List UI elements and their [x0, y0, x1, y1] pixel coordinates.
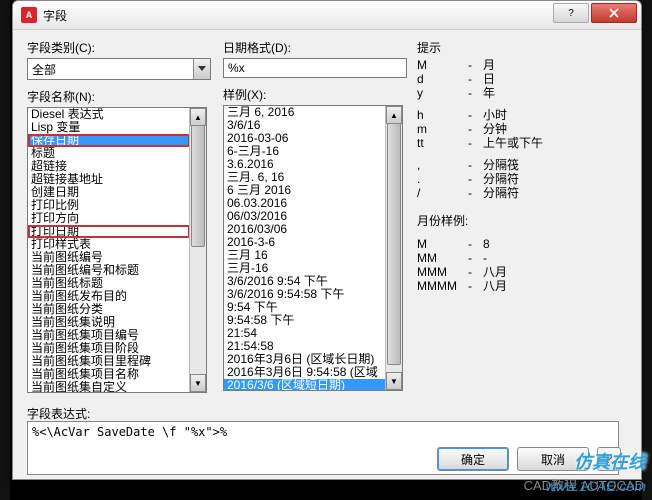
sample-item[interactable]: 3.6.2016 [224, 158, 386, 171]
hint-row: M-8 [417, 237, 543, 251]
sample-item[interactable]: 三月 6, 2016 [224, 106, 386, 119]
field-name-item[interactable]: Diesel 表达式 [28, 108, 190, 121]
hint-row: .-分隔符 [417, 172, 543, 186]
field-name-item[interactable]: 超链接 [28, 160, 190, 173]
hint-row: M-月 [417, 58, 543, 72]
sample-item[interactable]: 2016-3-6 [224, 236, 386, 249]
chevron-down-icon [193, 59, 210, 79]
sample-item[interactable]: 21:54 [224, 327, 386, 340]
hint-row: MMM-八月 [417, 265, 543, 279]
sample-label: 样例(X): [223, 86, 407, 103]
date-format-value: %x [228, 61, 245, 75]
sample-item[interactable]: 三月-16 [224, 262, 386, 275]
help-titlebar-button[interactable]: ? [553, 3, 589, 23]
field-name-item[interactable]: 创建日期 [28, 186, 190, 199]
sample-item[interactable]: 2016年3月6日 (区域长日期) [224, 353, 386, 366]
hint-row: m-分钟 [417, 122, 543, 136]
hint-row: /-分隔符 [417, 186, 543, 200]
date-format-input[interactable]: %x [223, 58, 407, 78]
expression-label: 字段表达式: [27, 405, 90, 422]
titlebar[interactable]: A 字段 ? [13, 1, 641, 30]
field-name-item[interactable]: Lisp 变量 [28, 121, 190, 134]
window-title: 字段 [43, 7, 67, 24]
hint-row: y-年 [417, 86, 543, 100]
field-name-item[interactable]: 打印样式表 [28, 238, 190, 251]
sample-item[interactable]: 06.03.2016 [224, 197, 386, 210]
sample-item[interactable]: 9:54:58 下午 [224, 314, 386, 327]
field-category-label: 字段类别(C): [27, 39, 211, 56]
ok-button[interactable]: 确定 [437, 447, 509, 471]
scrollbar[interactable]: ▲ ▼ [385, 106, 402, 390]
dialog-window: A 字段 ? 字段类别(C): 全部 字段名称(N): Diesel 表达式Li… [12, 0, 642, 480]
hints-panel: 提示 M-月d-日y-年 h-小时m-分钟tt-上午或下午 ,-分隔筏.-分隔符… [417, 39, 543, 293]
sample-item[interactable]: 2016/03/06 [224, 223, 386, 236]
field-name-item[interactable]: 打印比例 [28, 199, 190, 212]
field-name-label: 字段名称(N): [27, 88, 211, 105]
field-name-item[interactable]: 当前图纸集项目里程碑 [28, 355, 190, 368]
brand-overlay: 仿真在线 [574, 448, 646, 474]
field-name-item[interactable]: 超链接基地址 [28, 173, 190, 186]
sample-item[interactable]: 9:54 下午 [224, 301, 386, 314]
field-category-combo[interactable]: 全部 [27, 58, 211, 80]
field-name-item[interactable]: 保存日期 [28, 134, 190, 147]
sample-listbox[interactable]: 三月 6, 20163/6/162016-03-066-三月-163.6.201… [223, 105, 403, 391]
cancel-label: 取消 [541, 451, 565, 468]
field-name-item[interactable]: 当前图纸编号和标题 [28, 264, 190, 277]
field-name-item[interactable]: 当前图纸集自定义 [28, 381, 190, 392]
field-category-value: 全部 [32, 61, 56, 78]
field-name-item[interactable]: 当前图纸集项目阶段 [28, 342, 190, 355]
sample-item[interactable]: 2016-03-06 [224, 132, 386, 145]
field-name-item[interactable]: 当前图纸集说明 [28, 316, 190, 329]
scroll-up-icon[interactable]: ▲ [190, 108, 206, 126]
hint-row: tt-上午或下午 [417, 136, 543, 150]
field-name-item[interactable]: 当前图纸标题 [28, 277, 190, 290]
field-name-item[interactable]: 当前图纸编号 [28, 251, 190, 264]
field-name-item[interactable]: 当前图纸分类 [28, 303, 190, 316]
hint-row: MM-- [417, 251, 543, 265]
scrollbar-thumb[interactable] [191, 125, 205, 247]
scroll-down-icon[interactable]: ▼ [386, 372, 402, 390]
scroll-up-icon[interactable]: ▲ [386, 106, 402, 124]
sample-item[interactable]: 2016/3/6 (区域短日期) [224, 379, 386, 390]
sample-item[interactable]: 3/6/2016 9:54:58 下午 [224, 288, 386, 301]
sample-item[interactable]: 6-三月-16 [224, 145, 386, 158]
sample-item[interactable]: 三月. 6, 16 [224, 171, 386, 184]
field-name-item[interactable]: 打印日期 [28, 225, 190, 238]
field-name-listbox[interactable]: Diesel 表达式Lisp 变量保存日期标题超链接超链接基地址创建日期打印比例… [27, 107, 207, 393]
field-name-item[interactable]: 当前图纸集项目名称 [28, 368, 190, 381]
sample-item[interactable]: 2016年3月6日 9:54:58 (区域 [224, 366, 386, 379]
date-format-label: 日期格式(D): [223, 39, 407, 56]
close-icon [609, 8, 619, 18]
sample-item[interactable]: 6 三月 2016 [224, 184, 386, 197]
hint-row: d-日 [417, 72, 543, 86]
brand-url: www.1CAE.com [546, 478, 646, 494]
hint-row: h-小时 [417, 108, 543, 122]
hint-row: MMMM-八月 [417, 279, 543, 293]
field-name-item[interactable]: 当前图纸集项目编号 [28, 329, 190, 342]
app-icon: A [21, 7, 37, 23]
month-sample-label: 月份样例: [417, 212, 543, 229]
scrollbar-thumb[interactable] [387, 123, 401, 365]
hints-title: 提示 [417, 39, 543, 56]
scrollbar[interactable]: ▲ ▼ [189, 108, 206, 392]
ok-label: 确定 [461, 451, 485, 468]
close-button[interactable] [591, 3, 637, 23]
field-name-item[interactable]: 当前图纸发布目的 [28, 290, 190, 303]
sample-item[interactable]: 21:54:58 [224, 340, 386, 353]
field-name-item[interactable]: 打印方向 [28, 212, 190, 225]
expression-value: %<\AcVar SaveDate \f "%x">% [32, 425, 227, 439]
scroll-down-icon[interactable]: ▼ [190, 374, 206, 392]
sample-item[interactable]: 三月 16 [224, 249, 386, 262]
sample-item[interactable]: 3/6/2016 9:54 下午 [224, 275, 386, 288]
sample-item[interactable]: 3/6/16 [224, 119, 386, 132]
sample-item[interactable]: 06/03/2016 [224, 210, 386, 223]
hint-row: ,-分隔筏 [417, 158, 543, 172]
field-name-item[interactable]: 标题 [28, 147, 190, 160]
